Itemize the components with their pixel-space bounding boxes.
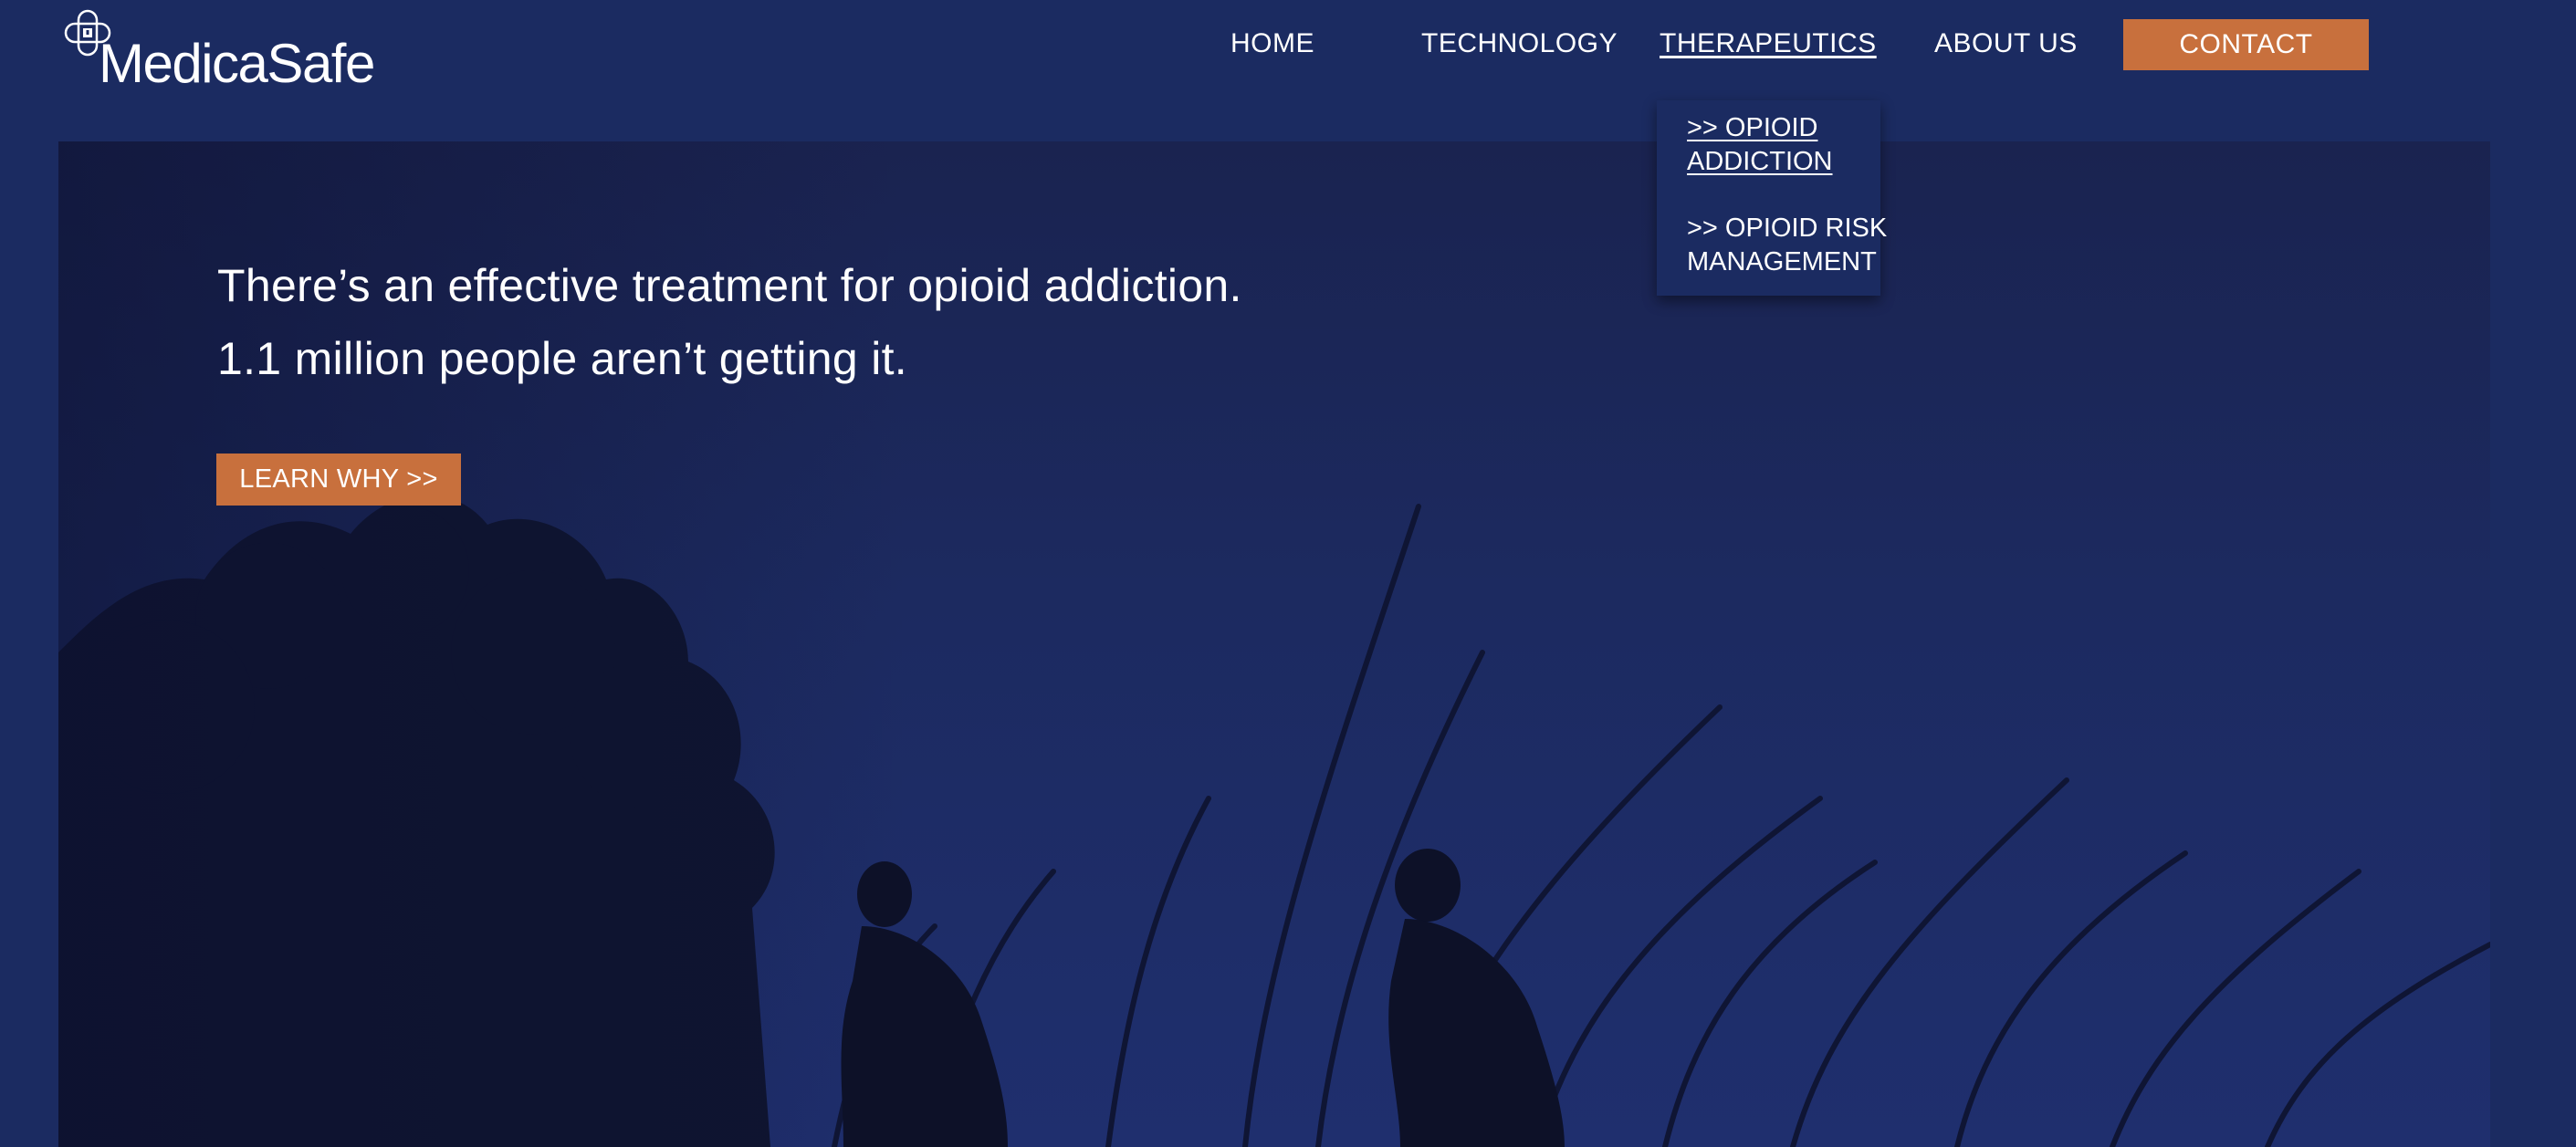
dropdown-item-opioid-addiction[interactable]: >> OPIOID ADDICTION	[1687, 111, 1897, 179]
therapeutics-dropdown-menu: >> OPIOID ADDICTION >> OPIOID RISK MANAG…	[1657, 100, 1887, 296]
contact-button[interactable]: CONTACT	[2123, 19, 2369, 70]
hero-headline: There’s an effective treatment for opioi…	[217, 249, 1242, 395]
brand-name: MedicaSafe	[99, 33, 375, 94]
page: MedicaSafe HOME TECHNOLOGY THERAPEUTICS …	[0, 0, 2576, 1147]
dropdown-item-opioid-addiction-line-1: >> OPIOID	[1687, 113, 1818, 142]
nav-therapeutics[interactable]: THERAPEUTICS	[1660, 27, 1877, 60]
dropdown-item-opioid-risk-management[interactable]: >> OPIOID RISK MANAGEMENT	[1687, 212, 1897, 279]
hero-headline-line-1: There’s an effective treatment for opioi…	[217, 260, 1242, 311]
hero-section: There’s an effective treatment for opioi…	[58, 141, 2490, 1147]
dropdown-item-opioid-risk-management-line-2: MANAGEMENT	[1687, 247, 1877, 276]
brand-logo[interactable]: MedicaSafe	[64, 9, 383, 96]
dropdown-item-opioid-addiction-line-2: ADDICTION	[1687, 147, 1833, 176]
learn-why-button[interactable]: LEARN WHY >>	[216, 454, 461, 506]
hero-headline-line-2: 1.1 million people aren’t getting it.	[217, 333, 907, 384]
nav-about-us[interactable]: ABOUT US	[1934, 27, 2078, 60]
nav-home[interactable]: HOME	[1230, 27, 1314, 60]
nav-technology[interactable]: TECHNOLOGY	[1421, 27, 1618, 60]
dropdown-item-opioid-risk-management-line-1: >> OPIOID RISK	[1687, 214, 1888, 243]
